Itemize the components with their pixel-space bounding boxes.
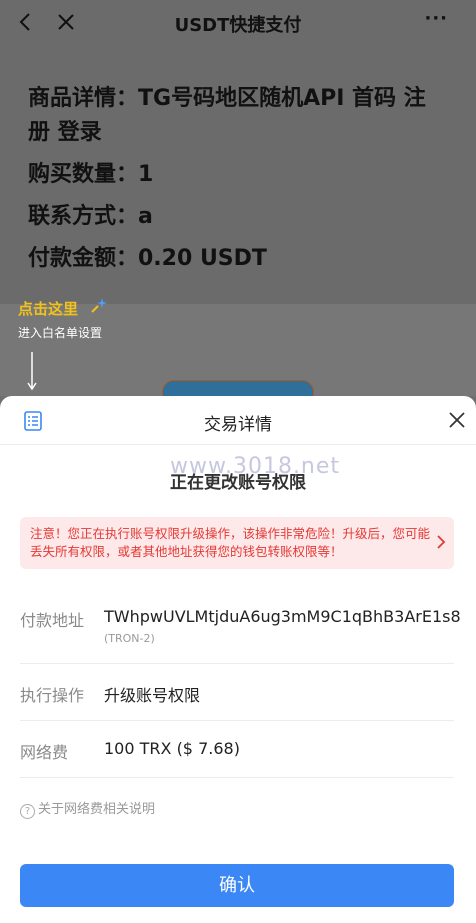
contact-info: 联系方式：a [28, 204, 153, 229]
transaction-sheet: 交易详情 www.3018.net 正在更改账号权限 注意！您正在执行账号权限升… [0, 396, 476, 923]
payment-address-value: TWhpwUVLMtjduA6ug3mM9C1qBhB3ArE1s8 [104, 607, 461, 626]
row-label: 执行操作 [20, 686, 85, 705]
chevron-right-icon [437, 535, 446, 549]
hint-click-here[interactable]: 点击这里 [18, 298, 78, 319]
sheet-header: 交易详情 [0, 396, 476, 445]
payment-amount: 付款金额：0.20 USDT [28, 246, 267, 271]
operation-value: 升级账号权限 [104, 686, 201, 705]
fee-info-link[interactable]: ? 关于网络费相关说明 [20, 798, 155, 819]
hint-whitelist-setting: 进入白名单设置 [18, 326, 103, 340]
purchase-quantity: 购买数量：1 [28, 162, 154, 187]
warning-text: 注意！您正在执行账号权限升级操作，该操作非常危险！升级后，您可能丢失所有权限，或… [30, 526, 431, 559]
product-details: 商品详情：TG号码地区随机API 首码 注册 登录 [28, 86, 426, 145]
fee-info-text: 关于网络费相关说明 [38, 802, 156, 817]
row-label: 付款地址 [20, 611, 85, 630]
row-label: 网络费 [20, 743, 69, 762]
close-icon[interactable] [448, 411, 466, 429]
row-network-fee: 网络费 100 TRX ($ 7.68) [20, 720, 454, 778]
order-details: 商品详情：TG号码地区随机API 首码 注册 登录 购买数量：1 联系方式：a … [0, 46, 476, 304]
sheet-title: 交易详情 [204, 415, 272, 435]
page-title: USDT快捷支付 [174, 15, 302, 36]
row-operation: 执行操作 升级账号权限 [20, 663, 454, 721]
network-fee-value: 100 TRX ($ 7.68) [104, 739, 240, 758]
warning-banner[interactable]: 注意！您正在执行账号权限升级操作，该操作非常危险！升级后，您可能丢失所有权限，或… [20, 517, 454, 569]
more-menu-button[interactable]: ··· [424, 8, 448, 29]
help-icon: ? [20, 804, 35, 819]
sparkle-icon [91, 298, 107, 313]
arrow-down-icon [27, 352, 37, 391]
confirm-button[interactable]: 确认 [20, 864, 454, 907]
top-bar: USDT快捷支付 ··· [0, 0, 476, 46]
row-payment-address: 付款地址 TWhpwUVLMtjduA6ug3mM9C1qBhB3ArE1s8 … [20, 592, 461, 664]
status-heading: 正在更改账号权限 [170, 473, 306, 493]
network-tag: (TRON-2) [104, 632, 155, 645]
